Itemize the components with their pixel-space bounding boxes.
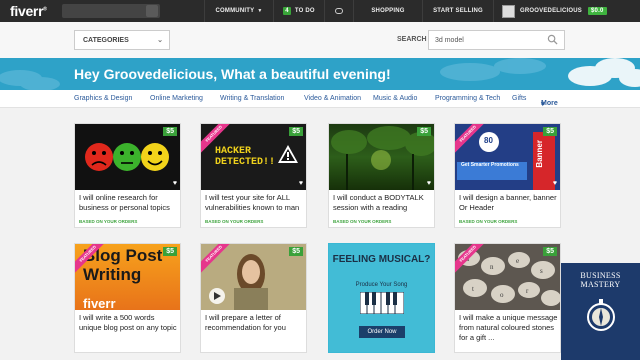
balance-badge: $0.0 [588,7,607,15]
gig-thumbnail[interactable]: $5 ♥ [329,124,434,190]
gig-title[interactable]: I will prepare a letter of recommendatio… [205,313,305,333]
gig-card[interactable]: $5 ♥ I will online research for business… [74,123,181,228]
logo-text: fiverr [10,3,44,19]
messages-link[interactable] [325,0,353,22]
heart-icon[interactable]: ♥ [299,180,303,187]
username: GROOVEDELICIOUS [520,8,583,14]
svg-text:o: o [500,291,504,299]
gig-thumbnail[interactable]: 80 Get Smarter Promotions Banner FEATURE… [455,124,560,190]
subheader: CATEGORIES ⌄ SEARCH 3d model [0,22,640,58]
chevron-down-icon: ⌄ [157,37,163,44]
gig-title[interactable]: I will make a unique message from natura… [459,313,559,343]
category-programming-tech[interactable]: Programming & Tech [435,95,500,102]
top-nav-links: COMMUNITY ▼ 4 TO DO SHOPPING START SELLING… [204,0,626,22]
caret-down-icon: ▾ [541,101,545,108]
compass-icon [586,299,615,331]
gig-thumbnail[interactable]: $5 ♥ [75,124,180,190]
based-on-orders-label: BASED ON YOUR ORDERS [333,219,392,224]
top-navigation-bar: fiverr® COMMUNITY ▼ 4 TO DO SHOPPING START… [0,0,640,22]
svg-text:e: e [516,257,519,265]
category-writing-translation[interactable]: Writing & Translation [220,95,284,102]
warning-icon [278,145,298,163]
top-search-box[interactable] [62,4,160,18]
todo-link[interactable]: 4 TO DO [274,0,324,22]
price-badge: $5 [163,127,177,136]
svg-text:n: n [490,263,494,271]
chat-bubble-icon [335,8,343,14]
gig-card[interactable]: Blog Post Writing fiverr FEATURED $5 I w… [74,243,181,353]
piano-keys-icon [360,292,404,314]
categories-dropdown[interactable]: CATEGORIES ⌄ [74,30,170,50]
gig-title[interactable]: I will online research for business or p… [79,193,179,213]
search-icon[interactable] [146,5,158,17]
price-badge: $5 [417,127,431,136]
svg-text:s: s [540,267,543,275]
greeting-title: Hey Groovedelicious, What a beautiful ev… [74,66,391,82]
gig-thumbnail[interactable]: Blog Post Writing fiverr FEATURED $5 [75,244,180,310]
gig-card[interactable]: 80 Get Smarter Promotions Banner FEATURE… [454,123,561,228]
based-on-orders-label: BASED ON YOUR ORDERS [205,219,264,224]
heart-icon[interactable]: ♥ [173,180,177,187]
blog-post-writing-text: Blog Post Writing [83,246,163,284]
based-on-orders-label: BASED ON YOUR ORDERS [459,219,518,224]
promo-title: FEELING MUSICAL? [332,254,431,265]
banner-80-text: 80 [484,136,493,145]
category-video-animation[interactable]: Video & Animation [304,95,361,102]
category-music-audio[interactable]: Music & Audio [373,95,417,102]
based-on-orders-label: BASED ON YOUR ORDERS [79,219,138,224]
gig-title[interactable]: I will design a banner, banner Or Header [459,193,559,213]
promo-card[interactable]: FEELING MUSICAL? Produce Your Song Order… [328,243,435,353]
price-badge: $5 [543,247,557,256]
gig-thumbnail[interactable]: FEATURED $5 [201,244,306,310]
order-now-button[interactable]: Order Now [359,326,405,338]
search-input[interactable]: 3d model [428,30,565,50]
category-nav: Graphics & Design Online Marketing Writi… [0,90,640,108]
user-menu[interactable]: GROOVEDELICIOUS $0.0 [494,0,626,22]
banner-promo-text: Get Smarter Promotions [461,162,519,168]
gig-thumbnail[interactable]: HACKER DETECTED!! FEATURED $5 ♥ [201,124,306,190]
price-badge: $5 [289,247,303,256]
promo-subtitle: Produce Your Song [355,282,408,288]
heart-icon[interactable]: ♥ [553,180,557,187]
search-label: SEARCH [397,36,427,43]
business-mastery-logo: BUSINESS MASTERY [561,263,640,360]
category-online-marketing[interactable]: Online Marketing [150,95,203,102]
price-badge: $5 [289,127,303,136]
search-icon[interactable] [547,34,558,45]
gig-card[interactable]: anestor FEATURED $5 I will make a unique… [454,243,561,353]
caret-down-icon: ▼ [257,8,263,14]
category-graphics-design[interactable]: Graphics & Design [74,95,132,102]
todo-count-badge: 4 [283,7,291,15]
price-badge: $5 [543,127,557,136]
community-menu[interactable]: COMMUNITY ▼ [205,0,273,22]
gig-card[interactable]: HACKER DETECTED!! FEATURED $5 ♥ I will t… [200,123,307,228]
fiverr-image-logo: fiverr [83,296,116,310]
price-badge: $5 [163,247,177,256]
greeting-banner: Hey Groovedelicious, What a beautiful ev… [0,58,640,90]
start-selling-link[interactable]: START SELLING [423,0,493,22]
heart-icon[interactable]: ♥ [427,180,431,187]
category-gifts[interactable]: Gifts [512,95,526,102]
avatar [502,4,515,18]
gig-title[interactable]: I will conduct a BODYTALK session with a… [333,193,433,213]
gig-title[interactable]: I will test your site for ALL vulnerabil… [205,193,305,213]
gig-card[interactable]: $5 ♥ I will conduct a BODYTALK session w… [328,123,435,228]
gig-title[interactable]: I will write a 500 words unique blog pos… [79,313,179,333]
shopping-link[interactable]: SHOPPING [354,0,422,22]
banner-vertical-text: Banner [535,140,544,168]
gig-thumbnail[interactable]: anestor FEATURED $5 [455,244,560,310]
svg-text:t: t [472,285,474,293]
fiverr-logo[interactable]: fiverr® [10,3,60,19]
gig-card[interactable]: FEATURED $5 I will prepare a letter of r… [200,243,307,353]
